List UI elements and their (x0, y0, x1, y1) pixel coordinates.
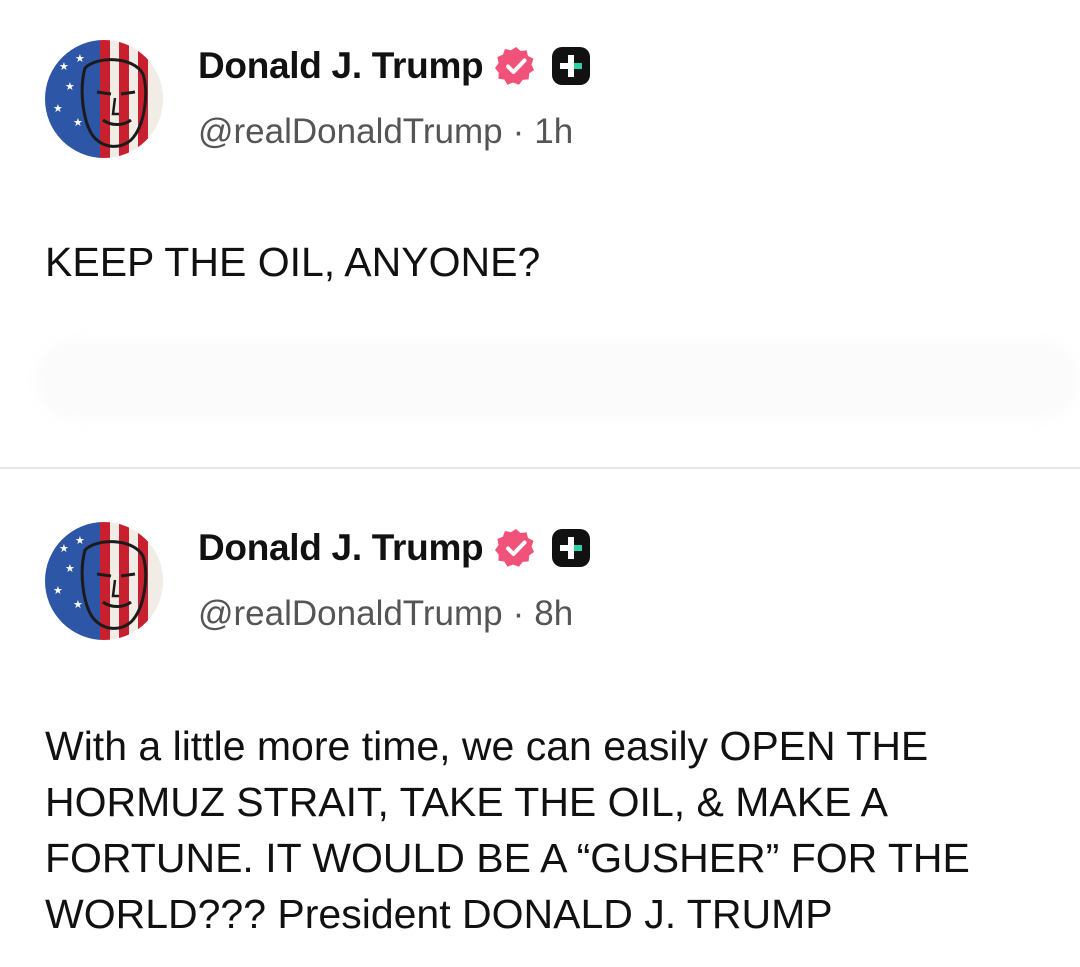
author-handle[interactable]: @realDonaldTrump (198, 112, 503, 152)
post-divider (0, 467, 1080, 469)
post-text: With a little more time, we can easily O… (45, 723, 970, 937)
post-timestamp[interactable]: 1h (534, 112, 573, 152)
verified-badge-icon (495, 529, 535, 567)
plus-badge-icon (552, 47, 591, 85)
svg-text:★: ★ (73, 116, 83, 129)
svg-text:★: ★ (73, 598, 83, 611)
meta-separator: · (512, 112, 525, 151)
author-name[interactable]: Donald J. Trump (198, 45, 484, 87)
svg-text:★: ★ (65, 562, 75, 575)
avatar-image: ★ ★ ★ ★ ★ (45, 40, 163, 158)
author-handle[interactable]: @realDonaldTrump (198, 594, 503, 634)
post-timestamp[interactable]: 8h (534, 594, 573, 634)
svg-text:★: ★ (59, 60, 69, 73)
post-text: KEEP THE OIL, ANYONE? (45, 239, 541, 285)
avatar[interactable]: ★ ★ ★ ★ ★ (45, 40, 163, 158)
post-meta: @realDonaldTrump · 8h (198, 591, 573, 637)
avatar-image: ★ ★ ★ ★ ★ (45, 522, 163, 640)
post-item[interactable]: ★ ★ ★ ★ ★ Donald J. Trump @realDonaldTru… (0, 0, 1080, 468)
plus-badge-icon (552, 529, 591, 567)
svg-text:★: ★ (59, 542, 69, 555)
author-row: Donald J. Trump (198, 524, 591, 572)
svg-text:★: ★ (75, 534, 85, 547)
svg-text:★: ★ (65, 80, 75, 93)
avatar[interactable]: ★ ★ ★ ★ ★ (45, 522, 163, 640)
author-name[interactable]: Donald J. Trump (198, 527, 484, 569)
meta-separator: · (512, 594, 525, 633)
redacted-content (35, 340, 1080, 420)
svg-text:★: ★ (75, 52, 85, 65)
svg-text:★: ★ (53, 584, 63, 597)
author-row: Donald J. Trump (198, 42, 591, 90)
verified-badge-icon (495, 47, 535, 85)
post-item[interactable]: ★ ★ ★ ★ ★ Donald J. Trump @realDonaldTru… (0, 470, 1080, 967)
svg-text:★: ★ (53, 102, 63, 115)
post-meta: @realDonaldTrump · 1h (198, 109, 573, 155)
